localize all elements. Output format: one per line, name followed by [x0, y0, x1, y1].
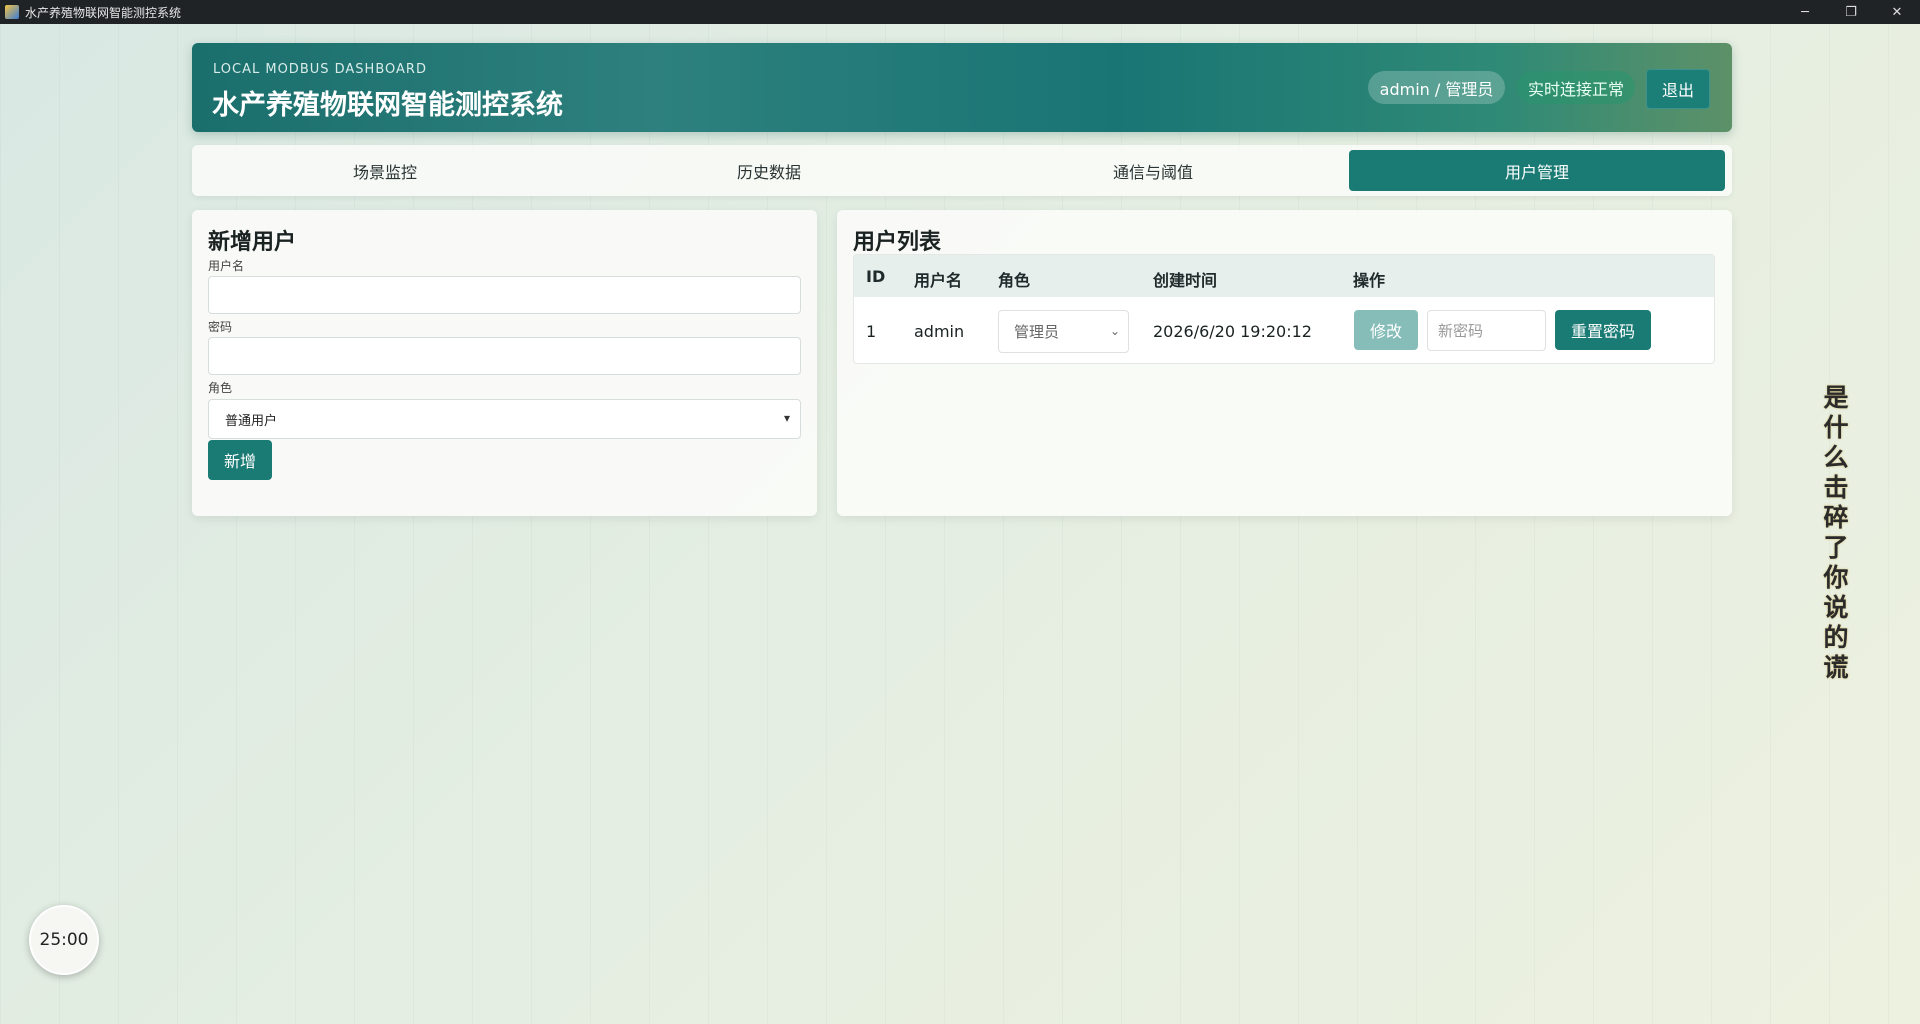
- column-header-role: 角色: [998, 271, 1031, 290]
- row-role-select[interactable]: 管理员 ⌄: [998, 310, 1129, 353]
- window-titlebar: 水产养殖物联网智能测控系统 ─ ❐ ✕: [0, 0, 1920, 24]
- password-input[interactable]: [208, 337, 801, 375]
- user-table: ID 用户名 角色 创建时间 操作 1 admin 管理员 ⌄ 2026/6/2…: [853, 254, 1715, 364]
- username-label: 用户名: [208, 259, 245, 273]
- tab-comm-threshold[interactable]: 通信与阈值: [965, 150, 1341, 191]
- cell-id: 1: [866, 322, 877, 341]
- role-label: 角色: [208, 381, 233, 395]
- column-header-id: ID: [866, 267, 886, 286]
- column-header-created: 创建时间: [1153, 271, 1218, 290]
- new-password-input[interactable]: 新密码: [1427, 310, 1546, 351]
- cell-created: 2026/6/20 19:20:12: [1153, 322, 1312, 341]
- column-header-actions: 操作: [1353, 271, 1386, 290]
- column-header-username: 用户名: [914, 271, 963, 290]
- chevron-down-icon: ▾: [783, 411, 790, 425]
- username-input[interactable]: [208, 276, 801, 314]
- edit-role-button[interactable]: 修改: [1354, 310, 1418, 350]
- header-eyebrow: LOCAL MODBUS DASHBOARD: [213, 62, 427, 77]
- row-role-value: 管理员: [1014, 323, 1060, 341]
- app-header: LOCAL MODBUS DASHBOARD 水产养殖物联网智能测控系统 adm…: [192, 43, 1732, 132]
- window-title: 水产养殖物联网智能测控系统: [25, 5, 182, 20]
- cell-username: admin: [914, 322, 965, 341]
- pomodoro-timer[interactable]: 25:00: [29, 905, 99, 975]
- minimize-button[interactable]: ─: [1782, 0, 1828, 24]
- maximize-button[interactable]: ❐: [1828, 0, 1874, 24]
- password-label: 密码: [208, 320, 233, 334]
- user-list-title: 用户列表: [853, 230, 942, 255]
- page-title: 水产养殖物联网智能测控系统: [212, 90, 563, 121]
- logout-button[interactable]: 退出: [1646, 69, 1710, 109]
- current-user-badge: admin / 管理员: [1368, 71, 1505, 104]
- role-select-value: 普通用户: [225, 413, 278, 429]
- table-header: ID 用户名 角色 创建时间 操作: [854, 255, 1714, 297]
- add-user-card: 新增用户 用户名 密码 角色 普通用户 ▾ 新增: [192, 210, 817, 516]
- reset-password-button[interactable]: 重置密码: [1555, 310, 1651, 350]
- main-tabs: 场景监控 历史数据 通信与阈值 用户管理: [192, 145, 1732, 196]
- connection-status-badge: 实时连接正常: [1517, 71, 1635, 104]
- tab-user-management[interactable]: 用户管理: [1349, 150, 1725, 191]
- role-select[interactable]: 普通用户 ▾: [208, 399, 801, 439]
- add-user-title: 新增用户: [208, 230, 297, 255]
- desktop-lyric-text: 是什么击碎了你说的谎: [1823, 383, 1849, 682]
- app-icon: [5, 5, 19, 19]
- chevron-down-icon: ⌄: [1109, 324, 1120, 338]
- user-list-card: 用户列表 ID 用户名 角色 创建时间 操作 1 admin 管理员 ⌄ 202…: [837, 210, 1732, 516]
- tab-history-data[interactable]: 历史数据: [581, 150, 957, 191]
- close-button[interactable]: ✕: [1874, 0, 1920, 24]
- tab-scene-monitor[interactable]: 场景监控: [197, 150, 573, 191]
- add-user-button[interactable]: 新增: [208, 440, 272, 480]
